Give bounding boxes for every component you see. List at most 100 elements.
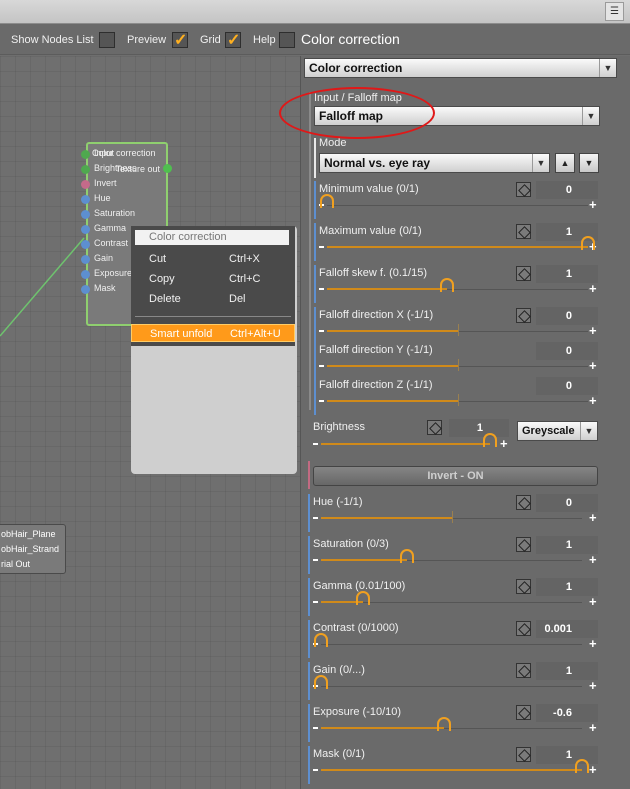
- invert-indent-line: [308, 461, 310, 489]
- context-menu-title: Color correction: [135, 230, 289, 245]
- grid-label: Grid: [200, 34, 221, 46]
- menu-item-cut[interactable]: Cut Ctrl+X: [131, 250, 295, 268]
- minus-icon[interactable]: [313, 443, 318, 445]
- minus-icon[interactable]: [313, 769, 318, 771]
- node-port-label: Saturation: [94, 208, 136, 218]
- plus-icon[interactable]: +: [589, 679, 597, 692]
- plus-icon[interactable]: +: [589, 637, 597, 650]
- menu-item-shortcut: Ctrl+Alt+U: [230, 328, 281, 340]
- node-input-port[interactable]: [81, 240, 90, 249]
- plus-icon[interactable]: +: [589, 721, 597, 734]
- node-port-label: Invert: [94, 178, 117, 188]
- help-label: Help: [253, 34, 276, 46]
- param-indent-line: [314, 307, 316, 345]
- slider-knob[interactable]: [314, 675, 328, 689]
- keyframe-diamond-icon[interactable]: [516, 224, 531, 239]
- preview-label: Preview: [127, 34, 167, 46]
- node-input-port[interactable]: [81, 285, 90, 294]
- menu-item-shortcut: Del: [229, 293, 246, 305]
- param-indent-line: [308, 494, 310, 532]
- plus-icon[interactable]: +: [500, 437, 508, 450]
- minus-icon[interactable]: [319, 330, 324, 332]
- plus-icon[interactable]: +: [589, 553, 597, 566]
- node-port-label: Brightness: [94, 163, 137, 173]
- mode-select[interactable]: Normal vs. eye ray ▼: [319, 153, 550, 173]
- node-port-label: obHair_Plane: [1, 529, 56, 539]
- slider-knob[interactable]: [314, 633, 328, 647]
- slider-fill: [321, 727, 444, 729]
- color-param-label: Mask (0/1): [313, 748, 365, 760]
- node-input-port[interactable]: [81, 210, 90, 219]
- keyframe-diamond-icon[interactable]: [516, 579, 531, 594]
- keyframe-diamond-icon[interactable]: [516, 266, 531, 281]
- minus-icon[interactable]: [319, 246, 324, 248]
- slider-fill: [327, 400, 458, 402]
- move-up-button[interactable]: ▲: [555, 153, 575, 173]
- menu-item-smart-unfold[interactable]: Smart unfold Ctrl+Alt+U: [131, 324, 295, 342]
- node-input-port[interactable]: [81, 225, 90, 234]
- param-indent-line: [314, 377, 316, 415]
- keyframe-diamond-icon[interactable]: [516, 663, 531, 678]
- slider-knob[interactable]: [575, 759, 589, 773]
- annotation-ellipse: [279, 87, 435, 139]
- plus-icon[interactable]: +: [589, 282, 597, 295]
- node-port-label: Hue: [94, 193, 111, 203]
- move-down-button[interactable]: ▼: [579, 153, 599, 173]
- panel-menu-icon[interactable]: ☰: [605, 2, 624, 21]
- plus-icon[interactable]: +: [589, 394, 597, 407]
- minus-icon[interactable]: [313, 727, 318, 729]
- texture-select[interactable]: Color correction ▼: [304, 58, 617, 78]
- param-indent-line: [314, 265, 316, 303]
- node-input-port[interactable]: [81, 195, 90, 204]
- slider-knob[interactable]: [440, 278, 455, 292]
- node-port-label: Mask: [94, 283, 116, 293]
- plus-icon[interactable]: +: [589, 198, 597, 211]
- minus-icon[interactable]: [313, 559, 318, 561]
- plus-icon[interactable]: +: [589, 763, 597, 776]
- keyframe-diamond-icon[interactable]: [516, 621, 531, 636]
- keyframe-diamond-icon[interactable]: [516, 747, 531, 762]
- slider-fill: [321, 769, 582, 771]
- slider-knob[interactable]: [355, 591, 370, 605]
- minus-icon[interactable]: [313, 601, 318, 603]
- chevron-down-icon: ▼: [580, 422, 597, 440]
- slider-knob[interactable]: [320, 194, 334, 208]
- minus-icon[interactable]: [319, 400, 324, 402]
- param-indent-line: [308, 662, 310, 700]
- keyframe-diamond-icon[interactable]: [516, 705, 531, 720]
- node-input-port[interactable]: [81, 165, 90, 174]
- keyframe-diamond-icon[interactable]: [516, 495, 531, 510]
- slider-knob[interactable]: [581, 236, 595, 250]
- grid-checkbox[interactable]: [225, 30, 241, 50]
- preview-checkbox[interactable]: [172, 30, 188, 50]
- node-output-port[interactable]: [163, 164, 172, 173]
- falloff-param-label: Falloff skew f. (0.1/15): [319, 267, 428, 279]
- node-input-port[interactable]: [81, 150, 90, 159]
- invert-button[interactable]: Invert - ON: [313, 466, 598, 486]
- brightness-mode-select[interactable]: Greyscale ▼: [517, 421, 598, 441]
- keyframe-diamond-icon[interactable]: [427, 420, 442, 435]
- plus-icon[interactable]: +: [589, 511, 597, 524]
- param-indent-line: [308, 578, 310, 616]
- minus-icon[interactable]: [319, 365, 324, 367]
- brightness-value[interactable]: 1: [449, 419, 509, 437]
- plus-icon[interactable]: +: [589, 324, 597, 337]
- plus-icon[interactable]: +: [589, 359, 597, 372]
- node-input-port[interactable]: [81, 270, 90, 279]
- plus-icon[interactable]: +: [589, 595, 597, 608]
- menu-item-copy[interactable]: Copy Ctrl+C: [131, 270, 295, 288]
- slider-knob[interactable]: [400, 549, 415, 563]
- slider-knob[interactable]: [436, 717, 451, 731]
- menu-item-delete[interactable]: Delete Del: [131, 290, 295, 308]
- slider-knob[interactable]: [483, 433, 497, 447]
- hair-material-node[interactable]: obHair_Plane obHair_Strand rial Out: [0, 524, 66, 574]
- keyframe-diamond-icon[interactable]: [516, 182, 531, 197]
- keyframe-diamond-icon[interactable]: [516, 308, 531, 323]
- minus-icon[interactable]: [319, 288, 324, 290]
- help-checkbox[interactable]: [279, 32, 295, 48]
- minus-icon[interactable]: [313, 517, 318, 519]
- node-input-port[interactable]: [81, 180, 90, 189]
- keyframe-diamond-icon[interactable]: [516, 537, 531, 552]
- show-nodes-list-checkbox[interactable]: [99, 32, 115, 48]
- node-input-port[interactable]: [81, 255, 90, 264]
